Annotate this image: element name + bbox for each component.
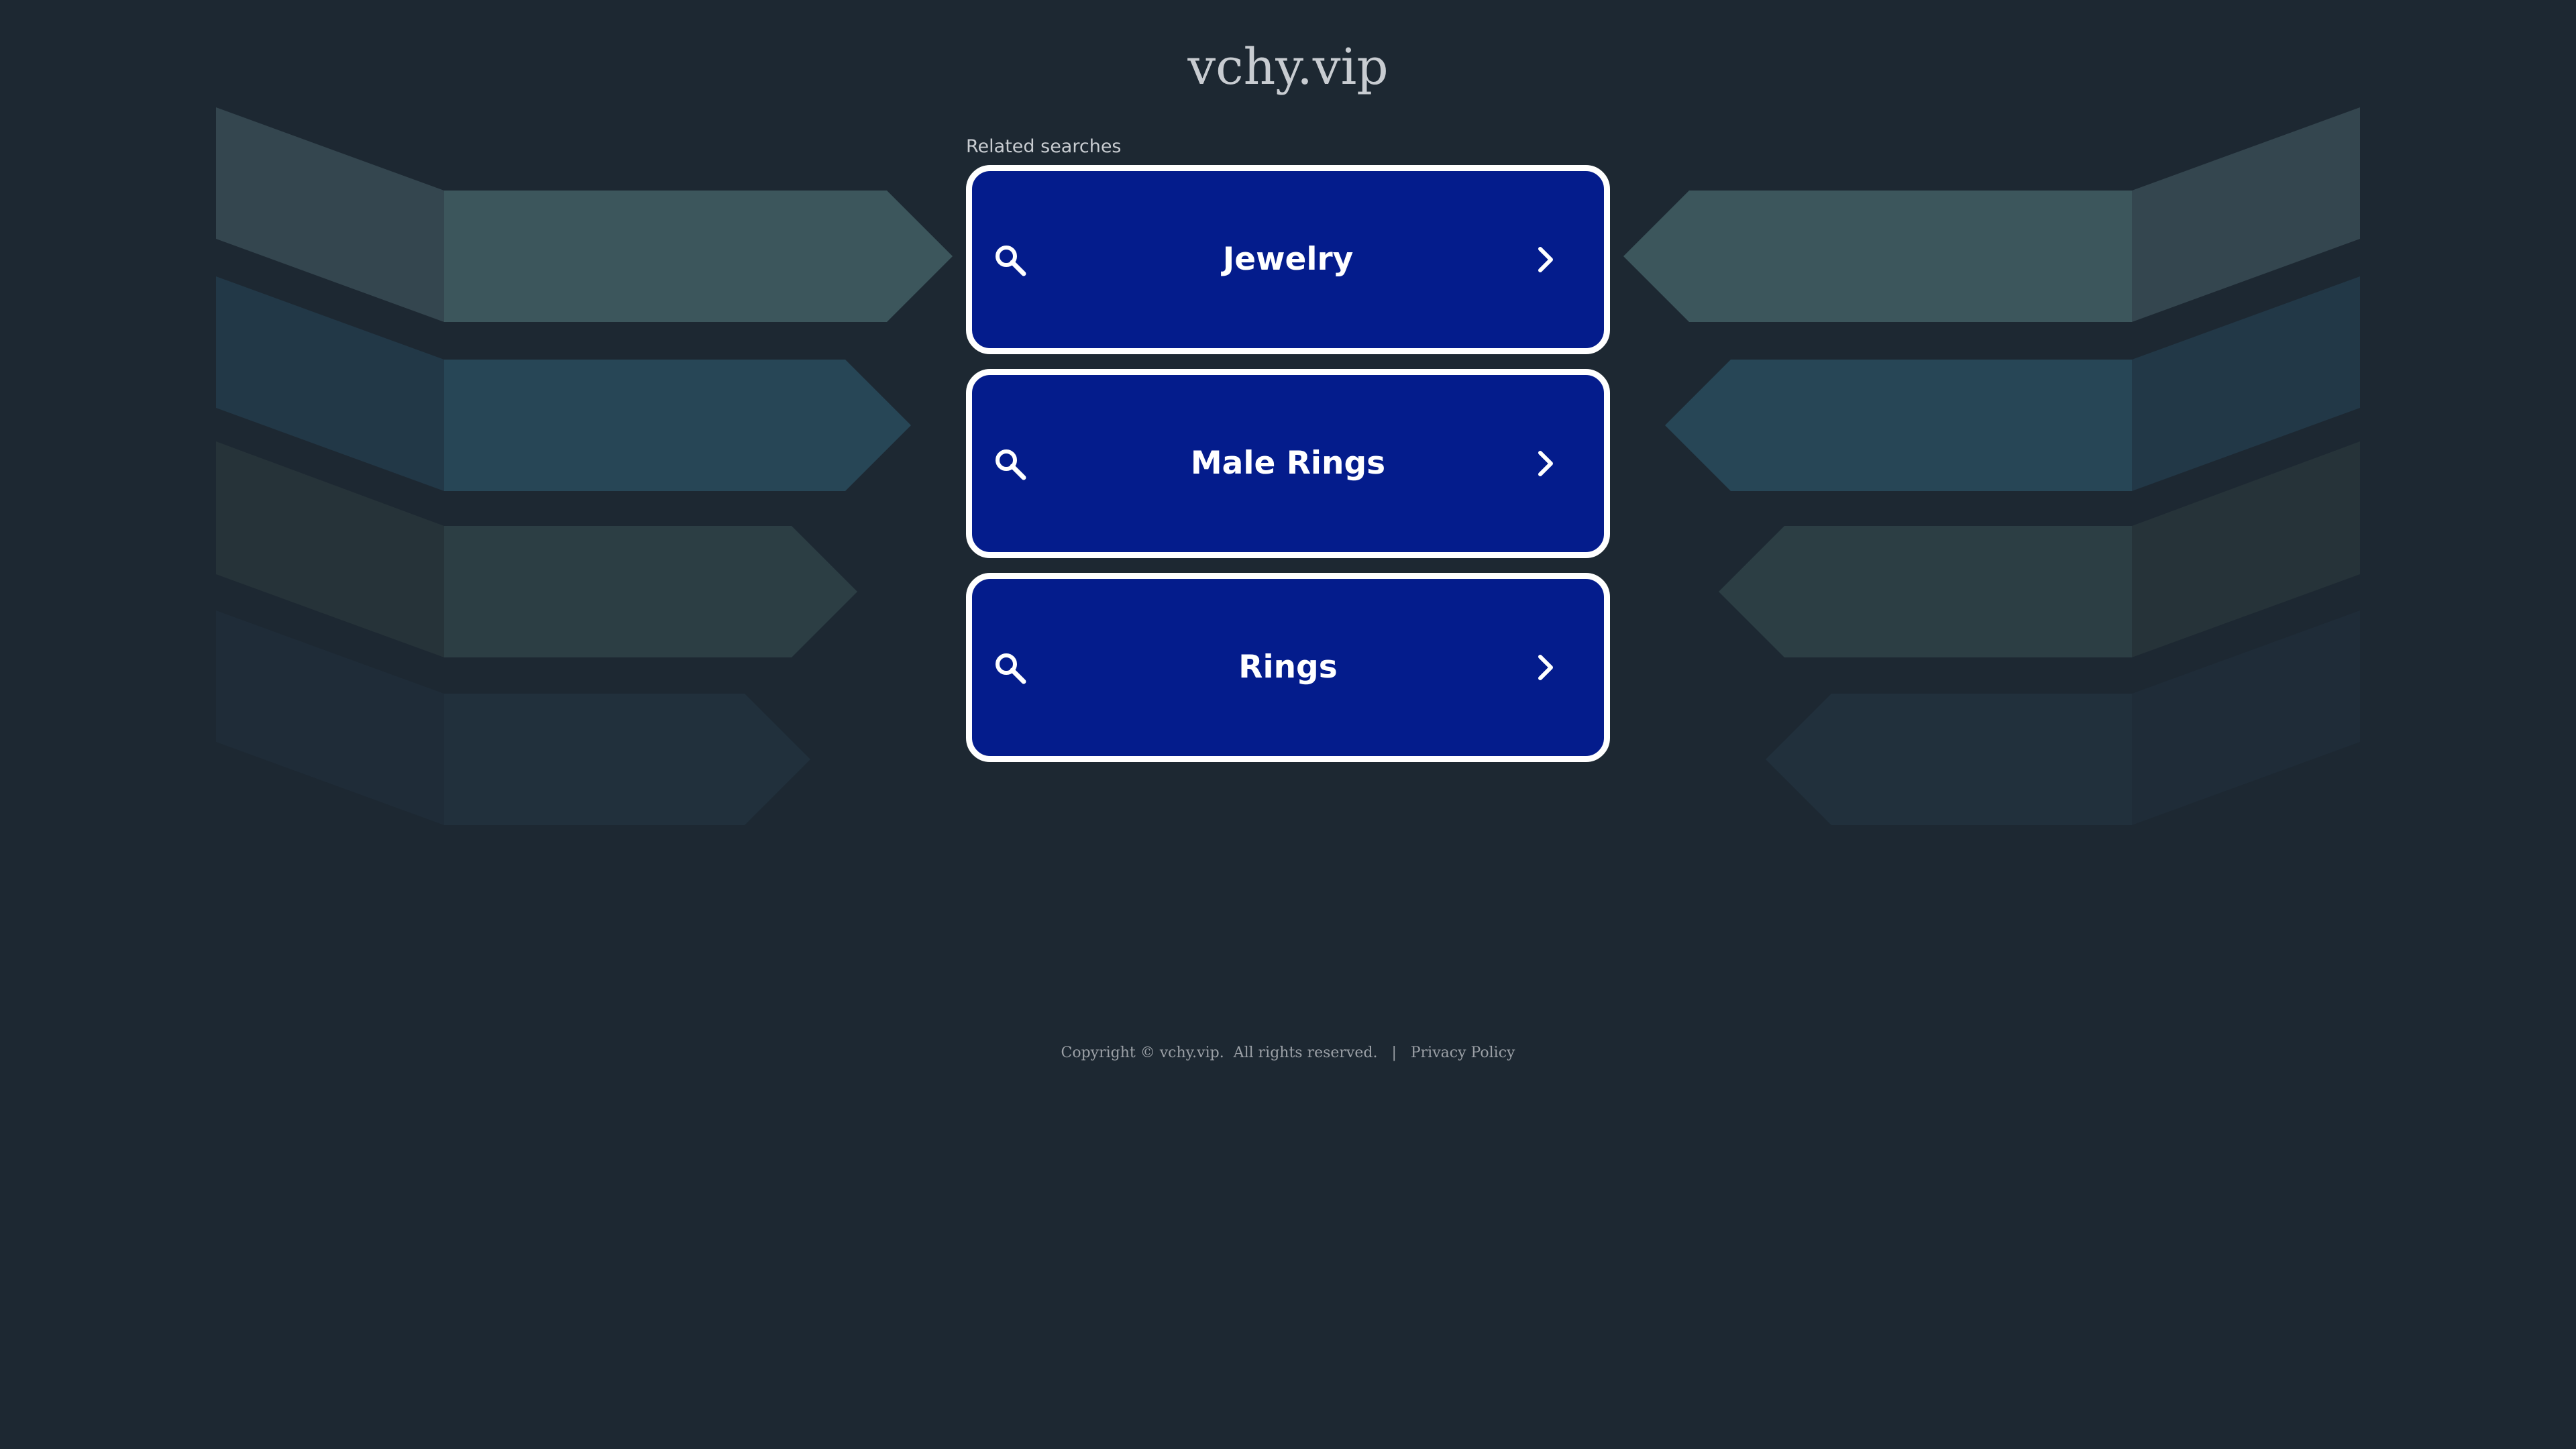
decor-shape <box>444 694 810 825</box>
decor-shape <box>444 191 953 322</box>
chevron-right-icon <box>1538 655 1553 680</box>
search-item-label: Rings <box>1238 649 1338 686</box>
search-item-rings[interactable]: Rings <box>966 573 1610 762</box>
related-searches-list: Jewelry Male Rings Rings <box>966 165 1610 777</box>
search-item-jewelry[interactable]: Jewelry <box>966 165 1610 354</box>
related-searches-label: Related searches <box>966 136 1122 157</box>
footer-separator: | <box>1391 1044 1397 1061</box>
search-item-label: Jewelry <box>1222 241 1354 278</box>
decor-shape <box>444 526 857 657</box>
decor-shape <box>444 360 911 491</box>
domain-title: vchy.vip <box>1187 38 1389 96</box>
decor-shape <box>1766 694 2132 825</box>
decor-shape <box>1665 360 2132 491</box>
copyright-text: Copyright © vchy.vip. All rights reserve… <box>1061 1044 1378 1061</box>
decor-shape <box>1623 191 2132 322</box>
decor-shape <box>1719 526 2132 657</box>
privacy-policy-link[interactable]: Privacy Policy <box>1411 1044 1515 1061</box>
chevron-right-icon <box>1538 451 1553 476</box>
search-item-male-rings[interactable]: Male Rings <box>966 369 1610 558</box>
search-item-label: Male Rings <box>1190 445 1386 482</box>
chevron-right-icon <box>1538 247 1553 272</box>
footer: Copyright © vchy.vip. All rights reserve… <box>0 1044 2576 1063</box>
